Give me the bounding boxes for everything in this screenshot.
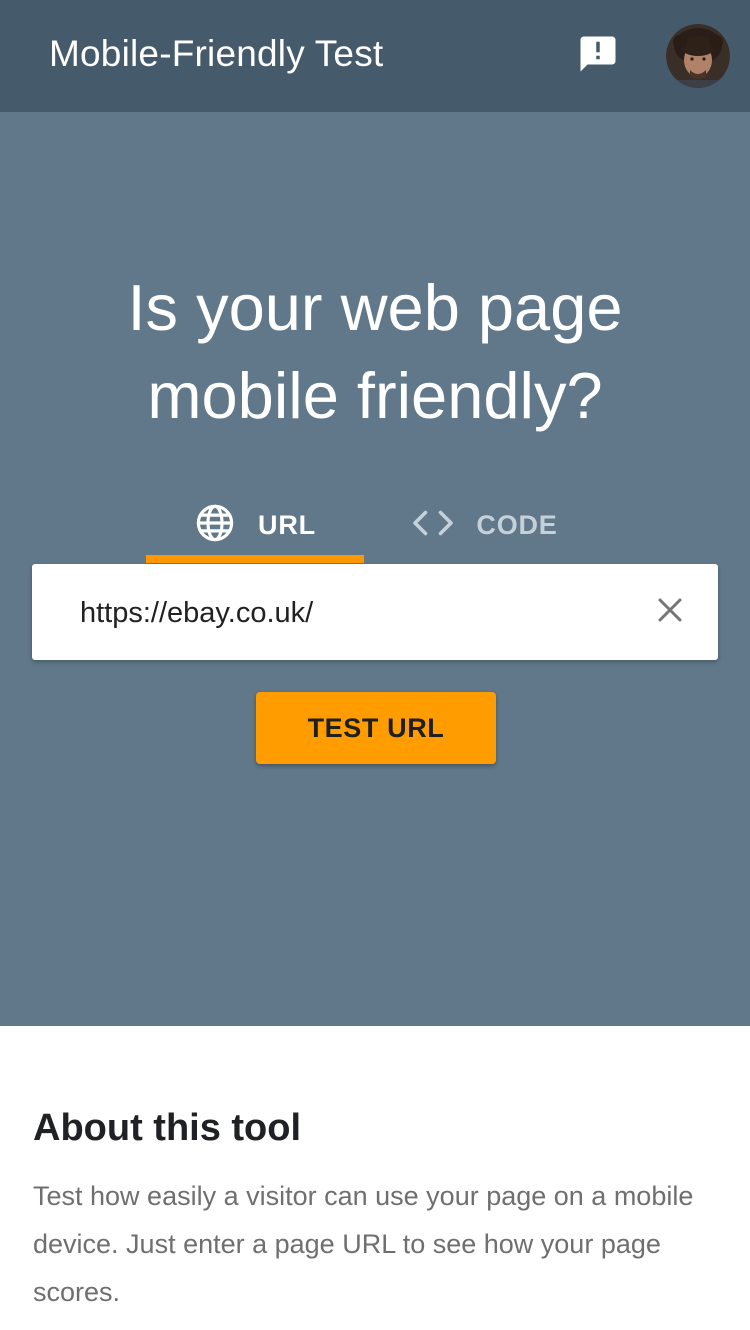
avatar[interactable] bbox=[666, 24, 730, 88]
globe-icon bbox=[194, 502, 236, 549]
tab-selected-indicator bbox=[146, 555, 364, 563]
tab-url[interactable]: URL bbox=[146, 487, 364, 563]
tab-code[interactable]: CODE bbox=[396, 487, 574, 563]
hero-section: Is your web page mobile friendly? URL CO… bbox=[0, 112, 750, 1026]
hero-title: Is your web page mobile friendly? bbox=[0, 264, 750, 440]
user-avatar-icon bbox=[666, 24, 730, 88]
app-bar: Mobile-Friendly Test bbox=[0, 0, 750, 112]
clear-url-button[interactable] bbox=[648, 590, 692, 634]
feedback-button[interactable] bbox=[574, 32, 622, 80]
test-url-button[interactable]: TEST URL bbox=[256, 692, 496, 764]
app-title: Mobile-Friendly Test bbox=[49, 33, 384, 74]
code-icon bbox=[412, 508, 454, 543]
feedback-icon bbox=[577, 33, 619, 80]
tab-url-label: URL bbox=[258, 509, 316, 540]
url-input[interactable] bbox=[80, 588, 640, 638]
about-description: Test how easily a visitor can use your p… bbox=[33, 1181, 694, 1307]
tab-code-label: CODE bbox=[476, 509, 558, 540]
close-icon bbox=[655, 595, 685, 630]
hero-title-line1: Is your web page bbox=[127, 271, 623, 344]
about-heading: About this tool bbox=[33, 1107, 302, 1149]
url-input-card bbox=[32, 564, 718, 660]
hero-title-line2: mobile friendly? bbox=[147, 359, 603, 432]
